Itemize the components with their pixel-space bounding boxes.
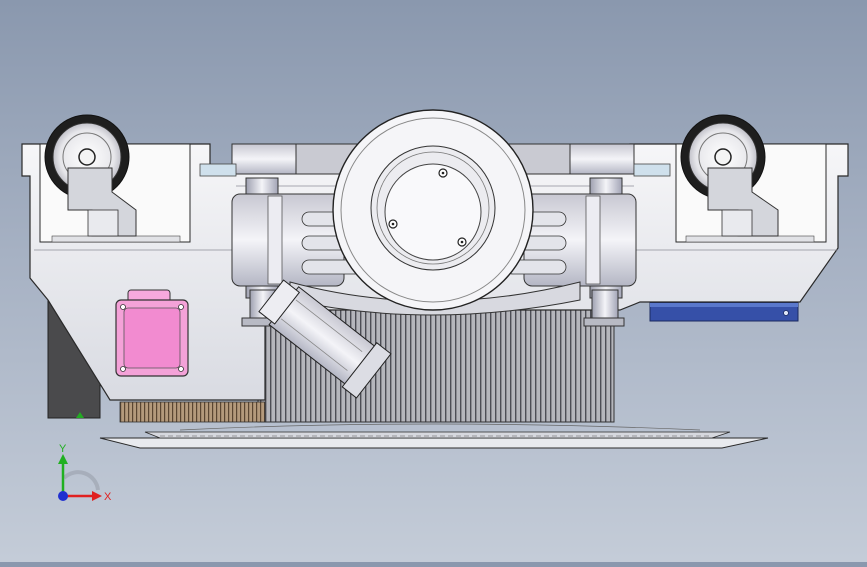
- blue-bracket: [649, 302, 799, 322]
- left-upper-mount: [231, 143, 297, 175]
- cad-model-view: [21, 109, 849, 449]
- coordinate-triad: Y X: [40, 438, 120, 518]
- x-axis-label: X: [104, 491, 112, 503]
- base-plate: [99, 423, 769, 449]
- heatsink-lower: [119, 401, 266, 423]
- z-axis-dot: [58, 491, 68, 501]
- rotation-arc: [62, 470, 100, 491]
- pink-connector: [115, 289, 189, 377]
- cad-viewport[interactable]: Y X: [0, 0, 867, 562]
- y-axis-label: Y: [59, 443, 67, 455]
- drive-motor-hub: [332, 109, 534, 311]
- right-upper-mount: [569, 143, 635, 175]
